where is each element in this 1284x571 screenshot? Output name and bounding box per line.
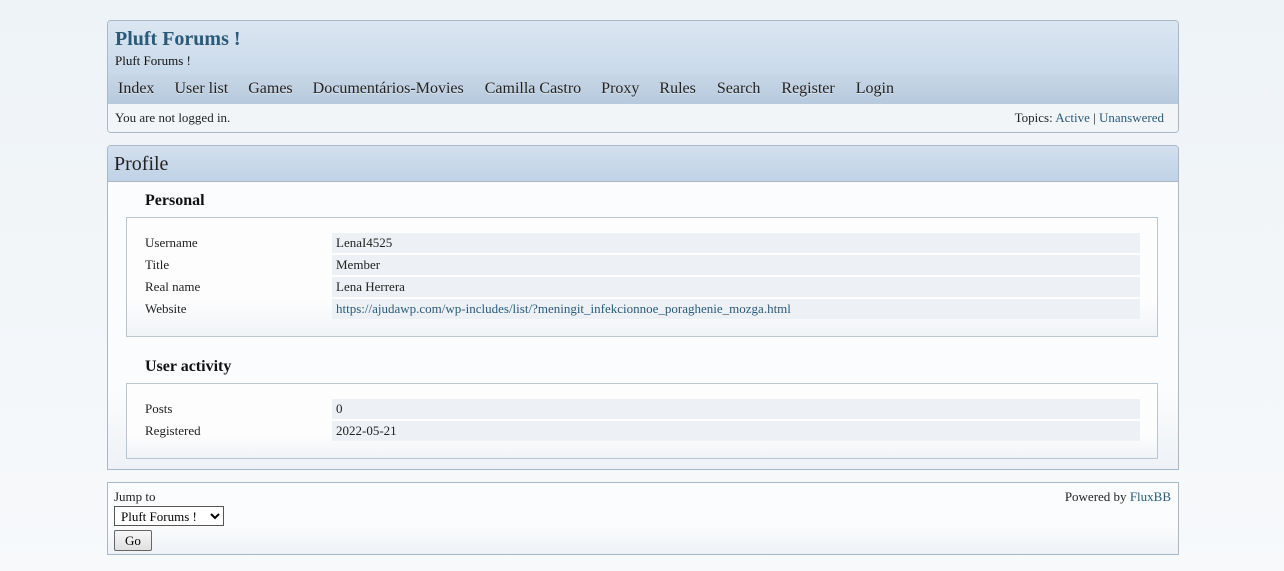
user-activity-legend: User activity bbox=[145, 358, 232, 375]
jump-to-label: Jump to bbox=[114, 489, 156, 504]
profile-row-posts: Posts 0 bbox=[127, 399, 1157, 419]
menu-item-proxy[interactable]: Proxy bbox=[601, 74, 639, 104]
profile-block: Profile Personal Username LenaI4525 Titl… bbox=[107, 145, 1179, 470]
field-label: Posts bbox=[145, 401, 173, 416]
active-topics-link[interactable]: Active bbox=[1055, 110, 1090, 125]
profile-row-real-name: Real name Lena Herrera bbox=[127, 277, 1157, 297]
personal-legend: Personal bbox=[145, 192, 205, 209]
jump-to-select[interactable]: Pluft Forums ! bbox=[114, 506, 224, 526]
field-label: Registered bbox=[145, 423, 201, 438]
field-label: Username bbox=[145, 235, 198, 250]
field-label: Real name bbox=[145, 279, 201, 294]
field-value: Lena Herrera bbox=[332, 277, 1140, 297]
menu-item-register[interactable]: Register bbox=[781, 74, 834, 104]
powered-by: Powered by FluxBB bbox=[1065, 489, 1171, 505]
profile-row-username: Username LenaI4525 bbox=[127, 233, 1157, 253]
personal-fieldset: Username LenaI4525 Title Member Real nam… bbox=[126, 217, 1158, 337]
go-button[interactable]: Go bbox=[114, 530, 152, 551]
profile-row-website: Website https://ajudawp.com/wp-includes/… bbox=[127, 299, 1157, 319]
profile-row-title: Title Member bbox=[127, 255, 1157, 275]
website-link[interactable]: https://ajudawp.com/wp-includes/list/?me… bbox=[336, 301, 791, 316]
field-value: 0 bbox=[332, 399, 1140, 419]
profile-header: Profile bbox=[108, 146, 1178, 182]
page-title: Profile bbox=[114, 153, 169, 175]
profile-row-registered: Registered 2022-05-21 bbox=[127, 421, 1157, 441]
board-footer: Jump to Pluft Forums ! Go Powered by Flu… bbox=[107, 482, 1179, 555]
welcome-bar: You are not logged in. Topics: Active | … bbox=[108, 104, 1178, 132]
user-activity-fieldset: Posts 0 Registered 2022-05-21 bbox=[126, 383, 1158, 459]
field-value: LenaI4525 bbox=[332, 233, 1140, 253]
field-value: 2022-05-21 bbox=[332, 421, 1140, 441]
website-value: https://ajudawp.com/wp-includes/list/?me… bbox=[332, 299, 1140, 319]
field-label: Website bbox=[145, 301, 187, 316]
menu-item-camilla-castro[interactable]: Camilla Castro bbox=[485, 74, 581, 104]
unanswered-topics-link[interactable]: Unanswered bbox=[1099, 110, 1164, 125]
field-value: Member bbox=[332, 255, 1140, 275]
topics-separator: | bbox=[1093, 110, 1096, 125]
board-header: Pluft Forums ! Pluft Forums ! Index User… bbox=[107, 20, 1179, 133]
menu-item-login[interactable]: Login bbox=[856, 74, 894, 104]
board-title-link[interactable]: Pluft Forums ! bbox=[115, 28, 241, 50]
fluxbb-link[interactable]: FluxBB bbox=[1130, 489, 1171, 504]
menu-item-rules[interactable]: Rules bbox=[659, 74, 695, 104]
menu-item-user-list[interactable]: User list bbox=[174, 74, 228, 104]
powered-by-label: Powered by bbox=[1064, 489, 1127, 504]
main-menu: Index User list Games Documentários-Movi… bbox=[108, 74, 1178, 104]
board-description: Pluft Forums ! bbox=[115, 53, 191, 68]
board-title-bar: Pluft Forums ! Pluft Forums ! bbox=[108, 21, 1178, 74]
field-label: Title bbox=[145, 257, 170, 272]
menu-item-index[interactable]: Index bbox=[118, 74, 154, 104]
menu-item-documentarios-movies[interactable]: Documentários-Movies bbox=[313, 74, 464, 104]
topics-label: Topics: bbox=[1014, 110, 1053, 125]
menu-item-games[interactable]: Games bbox=[248, 74, 292, 104]
menu-item-search[interactable]: Search bbox=[717, 74, 761, 104]
board-title[interactable]: Pluft Forums ! bbox=[115, 28, 241, 51]
topics-links: Topics: Active | Unanswered bbox=[1015, 110, 1164, 126]
login-status: You are not logged in. bbox=[115, 110, 231, 125]
